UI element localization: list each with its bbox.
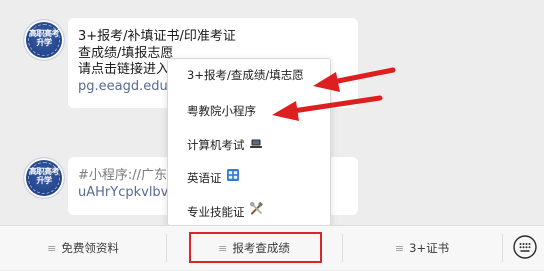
avatar-label-line1: 高职高考 (29, 29, 60, 38)
bottom-tab-popup-menu: 3+报考/查成绩/填志愿 粤教院小程序 计算机考试 英语证 专业技能证 (167, 58, 331, 226)
avatar-label-line2-2: 升学 (36, 176, 53, 185)
menu-item-register-results[interactable]: 3+报考/查成绩/填志愿 (168, 59, 330, 92)
highlight-box-register-tab (189, 232, 322, 263)
menu-item-computer-exam[interactable]: 计算机考试 (168, 129, 330, 162)
tab-divider (502, 234, 503, 262)
avatar-label: 高职高考 升学 (24, 29, 64, 47)
menu-item-label: 英语证 (187, 171, 222, 185)
keyboard-icon (513, 235, 537, 259)
menu-item-label: 3+报考/查成绩/填志愿 (187, 68, 304, 82)
english-badge-icon (227, 161, 240, 194)
keyboard-toggle-button[interactable] (511, 233, 539, 261)
tab-label: 3+证书 (409, 241, 450, 255)
menu-item-label: 粤教院小程序 (187, 104, 256, 118)
menu-item-label: 专业技能证 (187, 205, 245, 219)
message-line-register: 3+报考/补填证书/印准考证 (78, 29, 236, 44)
avatar-label-line2: 升学 (36, 38, 53, 47)
avatar-label-2: 高职高考 升学 (24, 167, 64, 185)
avatar-label-line1-2: 高职高考 (29, 167, 60, 176)
tab-3plus-certificates[interactable]: ≡ 3+证书 (342, 226, 502, 270)
menu-lines-icon: ≡ (394, 242, 405, 255)
tab-free-materials[interactable]: ≡ 免费领资料 (0, 226, 166, 270)
menu-item-label: 计算机考试 (187, 138, 245, 152)
account-avatar-2[interactable]: 高职高考 升学 (24, 158, 64, 198)
menu-lines-icon: ≡ (47, 242, 57, 255)
menu-item-miniprogram[interactable]: 粤教院小程序 (168, 95, 330, 128)
laptop-icon (250, 128, 263, 161)
tools-icon (250, 195, 263, 228)
menu-item-english-cert[interactable]: 英语证 (168, 162, 330, 195)
account-avatar[interactable]: 高职高考 升学 (24, 20, 64, 60)
tab-label: 免费领资料 (61, 241, 119, 255)
